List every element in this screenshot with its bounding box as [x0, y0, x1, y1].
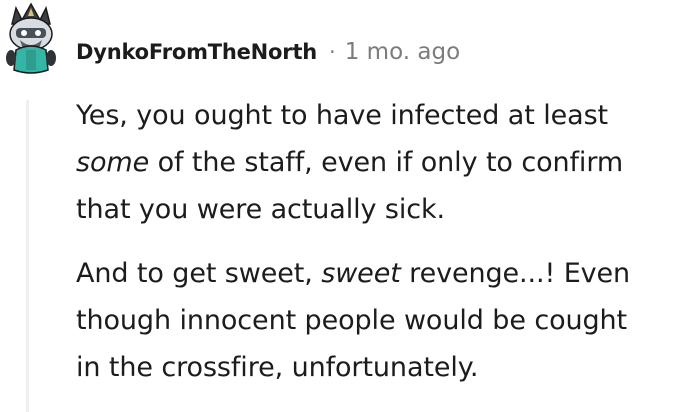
comment-text: that you were actually sick.: [76, 194, 446, 225]
comment-paragraph: And to get sweet, sweet revenge...! Even…: [76, 250, 694, 391]
separator-dot: ·: [329, 40, 336, 64]
snoo-avatar-icon[interactable]: [2, 2, 60, 76]
comment-text: of the staff, even if only to confirm: [149, 147, 624, 178]
comment-text: And to get sweet,: [76, 258, 322, 289]
comment-timestamp[interactable]: 1 mo. ago: [345, 39, 460, 65]
comment: DynkoFromTheNorth · 1 mo. ago Yes, you o…: [0, 0, 700, 412]
thread-line[interactable]: [26, 100, 29, 412]
comment-text: though innocent people would be cought: [76, 305, 628, 336]
emphasis-text: sweet: [321, 258, 401, 289]
comment-text: revenge...! Even: [400, 258, 631, 289]
comment-paragraph: Yes, you ought to have infected at least…: [76, 92, 694, 233]
comment-text: in the crossfire, unfortunately.: [76, 352, 479, 383]
comment-body: Yes, you ought to have infected at least…: [76, 92, 694, 391]
comment-header: DynkoFromTheNorth · 1 mo. ago: [76, 36, 460, 68]
username-link[interactable]: DynkoFromTheNorth: [76, 40, 317, 64]
comment-text: Yes, you ought to have infected at least: [76, 100, 609, 131]
emphasis-text: some: [76, 147, 150, 178]
